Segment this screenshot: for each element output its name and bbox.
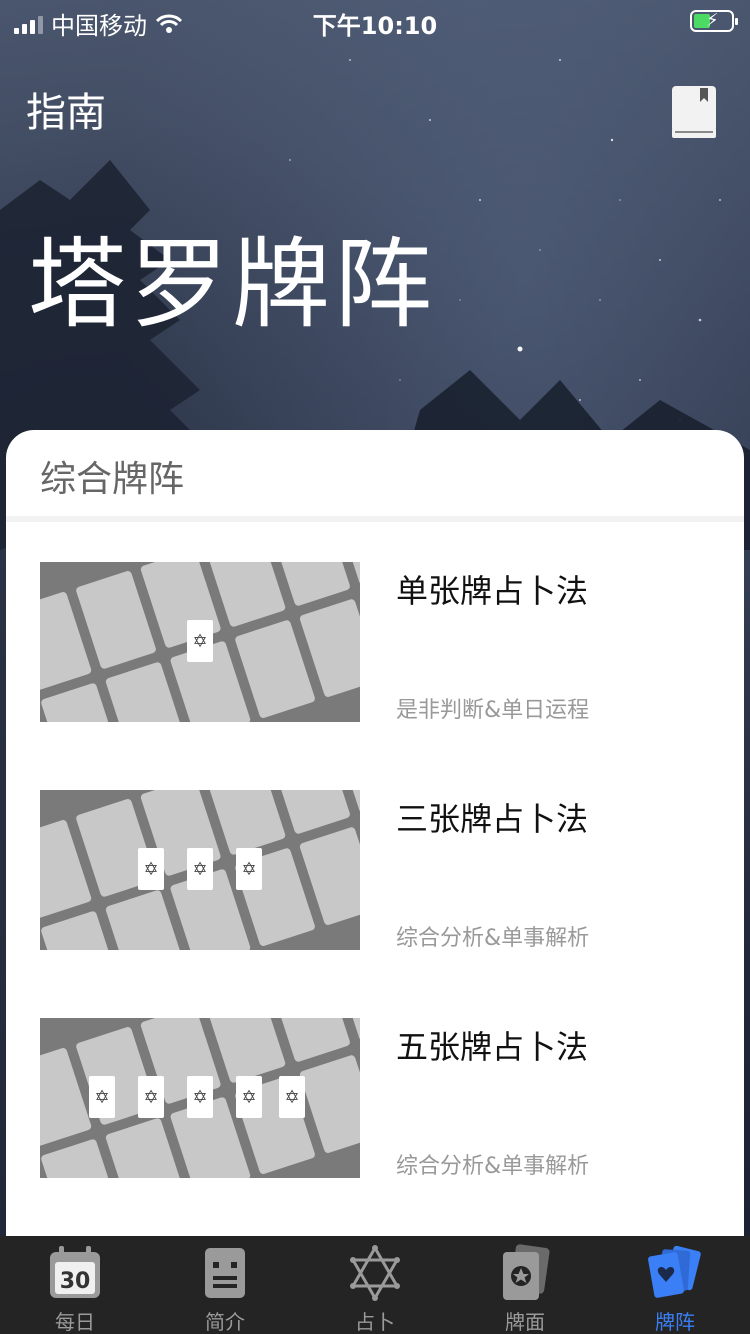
section-title: 综合牌阵: [6, 430, 744, 522]
spread-title: 五张牌占卜法: [396, 1028, 589, 1066]
spread-thumbnail: ✡ ✡ ✡: [40, 790, 360, 950]
star-of-david-icon: ✡: [89, 1076, 115, 1118]
star-of-david-icon: ✡: [187, 848, 213, 890]
tab-label: 每日: [55, 1310, 95, 1334]
calendar-icon: 30: [50, 1246, 100, 1298]
tab-label: 牌面: [505, 1310, 545, 1334]
star-of-david-icon: ✡: [138, 848, 164, 890]
document-icon: [205, 1248, 245, 1298]
nav-title: 指南: [26, 90, 106, 136]
spread-subtitle: 综合分析&单事解析: [396, 926, 590, 951]
tab-daily[interactable]: 30 每日: [0, 1236, 150, 1334]
tab-intro[interactable]: 简介: [150, 1236, 300, 1334]
tab-label: 占卜: [355, 1310, 395, 1334]
calendar-day-number: 30: [60, 1269, 91, 1294]
star-of-david-icon: ✡: [236, 848, 262, 890]
spread-thumbnail: ✡ ✡ ✡ ✡ ✡: [40, 1018, 360, 1178]
status-bar: 中国移动 下午10:10 ⚡: [0, 0, 750, 40]
clock: 下午10:10: [312, 12, 438, 40]
star-of-david-icon: ✡: [236, 1076, 262, 1118]
spread-item-three[interactable]: ✡ ✡ ✡ 三张牌占卜法 综合分析&单事解析: [40, 790, 720, 951]
spread-subtitle: 是非判断&单日运程: [396, 698, 590, 723]
spread-item-single[interactable]: ✡ 单张牌占卜法 是非判断&单日运程: [40, 562, 720, 723]
spread-title: 三张牌占卜法: [396, 800, 589, 838]
spread-item-five[interactable]: ✡ ✡ ✡ ✡ ✡ 五张牌占卜法 综合分析&单事解析: [40, 1018, 720, 1179]
tab-label: 简介: [205, 1310, 245, 1334]
page-title: 塔罗牌阵: [28, 228, 437, 342]
card-face-icon: [503, 1244, 550, 1300]
star-of-david-icon: ✡: [279, 1076, 305, 1118]
card-spread-icon: [648, 1245, 701, 1298]
book-icon[interactable]: [670, 84, 718, 140]
tab-card-faces[interactable]: 牌面: [450, 1236, 600, 1334]
spread-list-card: 综合牌阵 ✡ 单张牌占卜法 是非判断&单日运程 ✡ ✡ ✡ 三张牌占卜法 综合分…: [6, 430, 744, 1236]
tab-card-spreads[interactable]: 牌阵: [600, 1236, 750, 1334]
spread-title: 单张牌占卜法: [396, 572, 589, 610]
tab-divination[interactable]: 占卜: [300, 1236, 450, 1334]
spread-thumbnail: ✡: [40, 562, 360, 722]
tab-label: 牌阵: [655, 1310, 695, 1334]
star-of-david-icon: ✡: [138, 1076, 164, 1118]
hexagram-icon: [350, 1245, 400, 1301]
spread-subtitle: 综合分析&单事解析: [396, 1154, 590, 1179]
tab-bar: 30 每日 简介 占卜 牌面 牌阵: [0, 1236, 750, 1334]
star-of-david-icon: ✡: [187, 1076, 213, 1118]
battery-icon: ⚡: [690, 10, 738, 32]
star-of-david-icon: ✡: [187, 620, 213, 662]
